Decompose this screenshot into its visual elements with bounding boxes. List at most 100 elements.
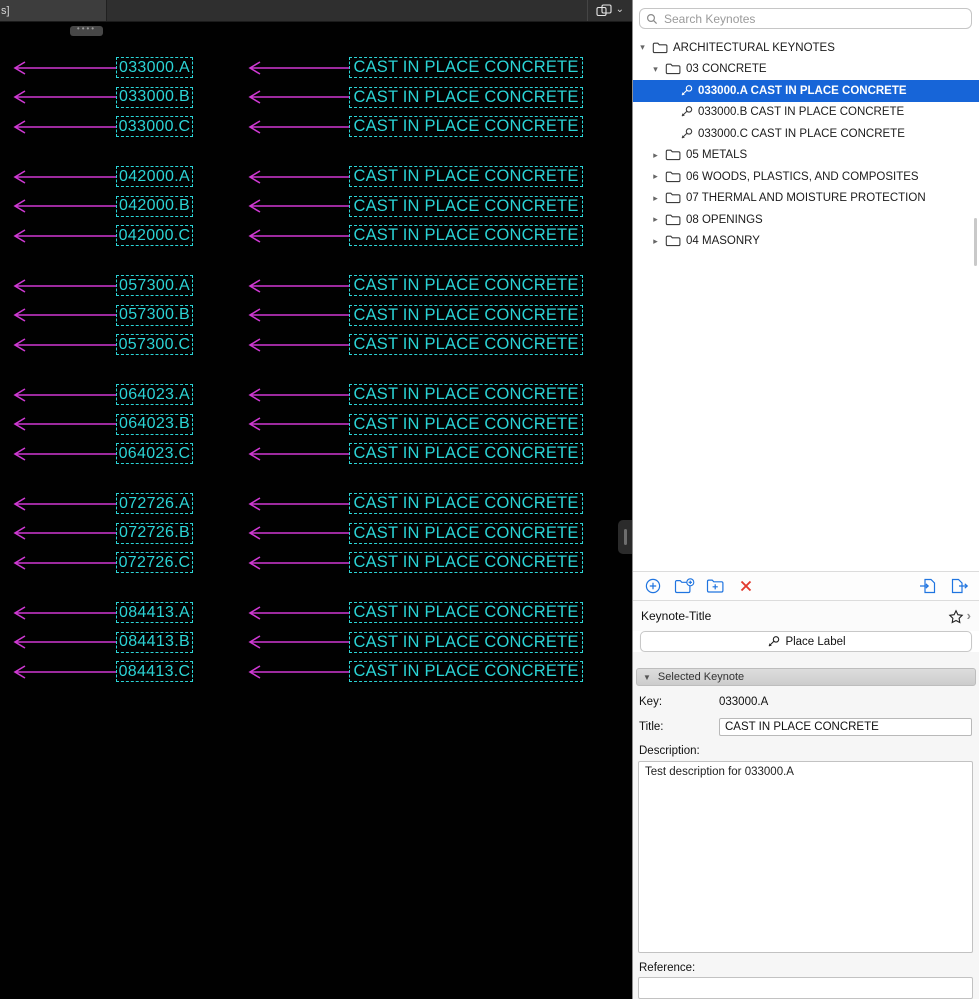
tree-keynote-033000-b-cast-in-place-concrete[interactable]: 033000.B CAST IN PLACE CONCRETE	[633, 102, 979, 124]
keynote-title-box[interactable]: CAST IN PLACE CONCRETE	[349, 86, 583, 108]
keynote-title-box[interactable]: CAST IN PLACE CONCRETE	[349, 552, 583, 573]
view-options-button[interactable]: ⌄	[586, 0, 632, 21]
keynote-row: 072726.A CAST IN PLACE CONCRETE	[0, 493, 632, 514]
delete-keynote-button[interactable]	[735, 575, 757, 597]
keynote-key-box[interactable]: 057300.C	[116, 334, 193, 355]
key-label: Key:	[639, 696, 663, 708]
tree-folder-06-woods-plastics-and-composites[interactable]: ▸ 06 WOODS, PLASTICS, AND COMPOSITES	[633, 166, 979, 188]
disclosure-triangle[interactable]: ▾	[638, 42, 647, 53]
folder-plus-icon	[674, 577, 694, 593]
keynote-title-box[interactable]: CAST IN PLACE CONCRETE	[349, 225, 583, 246]
panel-splitter-handle[interactable]	[618, 520, 632, 554]
chevron-right-icon[interactable]: ›	[967, 609, 971, 622]
keynote-title-box[interactable]: CAST IN PLACE CONCRETE	[349, 602, 583, 623]
new-folder-button[interactable]	[673, 575, 695, 597]
keynote-title-box[interactable]: CAST IN PLACE CONCRETE	[349, 413, 583, 435]
leader-line	[13, 228, 116, 243]
star-icon[interactable]	[948, 609, 964, 624]
description-textarea[interactable]: Test description for 033000.A	[638, 761, 973, 953]
export-keynotes-button[interactable]	[948, 575, 970, 597]
tree-folder-04-masonry[interactable]: ▸ 04 MASONRY	[633, 231, 979, 253]
tree-folder-07-thermal-and-moisture-protection[interactable]: ▸ 07 THERMAL AND MOISTURE PROTECTION	[633, 188, 979, 210]
tree-keynote-033000-a-cast-in-place-concrete[interactable]: 033000.A CAST IN PLACE CONCRETE	[633, 80, 979, 102]
view-tab-label: s]	[1, 4, 10, 17]
keynote-label-icon	[769, 635, 780, 646]
toolbar-handle[interactable]: ••••	[70, 25, 103, 36]
tree-folder-architectural-keynotes[interactable]: ▾ ARCHITECTURAL KEYNOTES	[633, 37, 979, 59]
keynote-title-box[interactable]: CAST IN PLACE CONCRETE	[349, 275, 583, 296]
keynote-key-box[interactable]: 064023.B	[116, 413, 193, 435]
leader-line	[13, 635, 116, 649]
folder-icon	[665, 63, 681, 75]
keynote-group: 057300.A CAST IN PLACE CONCRETE 057300.B CA…	[0, 275, 632, 355]
keynote-key-box[interactable]: 033000.A	[116, 57, 193, 78]
leader-line	[248, 169, 349, 184]
search-input[interactable]	[662, 10, 965, 27]
leader-line	[13, 526, 116, 540]
keynote-title-box[interactable]: CAST IN PLACE CONCRETE	[349, 493, 583, 514]
selected-keynote-header[interactable]: ▼ Selected Keynote	[636, 668, 976, 686]
keynote-key-box[interactable]: 033000.C	[116, 116, 193, 137]
tree-folder-08-openings[interactable]: ▸ 08 OPENINGS	[633, 209, 979, 231]
keynote-row: 064023.C CAST IN PLACE CONCRETE	[0, 443, 632, 464]
import-keynotes-button[interactable]	[917, 575, 939, 597]
folder-add-icon	[706, 579, 723, 593]
leader-line	[248, 337, 349, 352]
keynote-row: 064023.A CAST IN PLACE CONCRETE	[0, 384, 632, 405]
splitter-grip	[623, 529, 627, 545]
tree-item-label: ARCHITECTURAL KEYNOTES	[673, 41, 835, 54]
keynote-key-box[interactable]: 072726.B	[116, 522, 193, 544]
drawing-canvas[interactable]: 033000.A CAST IN PLACE CONCRETE 033000.B CA…	[0, 22, 632, 999]
add-keynote-button[interactable]	[642, 575, 664, 597]
keynote-key-box[interactable]: 072726.A	[116, 493, 193, 514]
keynote-label-icon	[681, 84, 693, 96]
tree-keynote-033000-c-cast-in-place-concrete[interactable]: 033000.C CAST IN PLACE CONCRETE	[633, 123, 979, 145]
keynote-row: 057300.A CAST IN PLACE CONCRETE	[0, 275, 632, 296]
keynote-label-icon	[681, 106, 693, 117]
keynote-key-box[interactable]: 042000.B	[116, 195, 193, 217]
keynote-key-box[interactable]: 057300.A	[116, 275, 193, 296]
keynote-key-box[interactable]: 057300.B	[116, 304, 193, 326]
keynote-key-box[interactable]: 064023.A	[116, 384, 193, 405]
keynote-row: 072726.B CAST IN PLACE CONCRETE	[0, 522, 632, 544]
keynote-title-box[interactable]: CAST IN PLACE CONCRETE	[349, 166, 583, 187]
key-value: 033000.A	[719, 696, 769, 708]
keynote-title-box[interactable]: CAST IN PLACE CONCRETE	[349, 116, 583, 137]
keynote-key-box[interactable]: 084413.B	[116, 631, 193, 653]
keynote-title-box[interactable]: CAST IN PLACE CONCRETE	[349, 522, 583, 544]
keynote-key-box[interactable]: 033000.B	[116, 86, 193, 108]
keynote-title-box[interactable]: CAST IN PLACE CONCRETE	[349, 443, 583, 464]
keynote-key-box[interactable]: 072726.C	[116, 552, 193, 573]
new-group-button[interactable]	[704, 575, 726, 597]
keynote-title-box[interactable]: CAST IN PLACE CONCRETE	[349, 304, 583, 326]
disclosure-triangle[interactable]: ▾	[651, 64, 660, 75]
leader-line	[13, 605, 116, 620]
folder-icon	[665, 192, 681, 204]
keynote-title-box[interactable]: CAST IN PLACE CONCRETE	[349, 334, 583, 355]
folder-icon	[665, 235, 681, 247]
keynote-key-box[interactable]: 084413.C	[116, 661, 193, 682]
folder-icon	[652, 42, 668, 53]
disclosure-triangle[interactable]: ▸	[651, 214, 660, 225]
disclosure-triangle[interactable]: ▸	[651, 171, 660, 182]
disclosure-triangle[interactable]: ▸	[651, 193, 660, 204]
place-label-button[interactable]: Place Label	[640, 631, 972, 652]
keynote-title-box[interactable]: CAST IN PLACE CONCRETE	[349, 384, 583, 405]
keynote-key-box[interactable]: 042000.C	[116, 225, 193, 246]
keynote-title-box[interactable]: CAST IN PLACE CONCRETE	[349, 57, 583, 78]
key-field-row: Key: 033000.A	[639, 696, 972, 708]
keynote-title-box[interactable]: CAST IN PLACE CONCRETE	[349, 195, 583, 217]
tree-folder-05-metals[interactable]: ▸ 05 METALS	[633, 145, 979, 167]
disclosure-triangle[interactable]: ▸	[651, 150, 660, 161]
keynote-key-box[interactable]: 084413.A	[116, 602, 193, 623]
keynote-title-box[interactable]: CAST IN PLACE CONCRETE	[349, 661, 583, 682]
keynote-key-box[interactable]: 064023.C	[116, 443, 193, 464]
keynote-title-box[interactable]: CAST IN PLACE CONCRETE	[349, 631, 583, 653]
reference-textarea[interactable]	[638, 977, 973, 999]
view-tab[interactable]: s]	[0, 0, 107, 21]
tree-scrollbar-thumb[interactable]	[974, 218, 977, 266]
disclosure-triangle[interactable]: ▸	[651, 236, 660, 247]
tree-folder-03-concrete[interactable]: ▾ 03 CONCRETE	[633, 59, 979, 81]
title-input[interactable]	[719, 718, 972, 736]
keynote-key-box[interactable]: 042000.A	[116, 166, 193, 187]
